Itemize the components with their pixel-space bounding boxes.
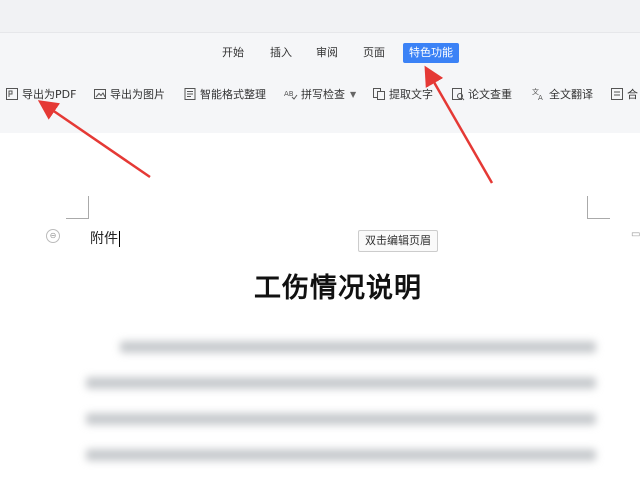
merge-label: 合 bbox=[627, 88, 638, 101]
blurred-line bbox=[86, 449, 596, 461]
smart-format-button[interactable]: 智能格式整理 bbox=[183, 84, 266, 104]
attachment-text[interactable]: 附件 bbox=[90, 228, 120, 248]
tab-special-features[interactable]: 特色功能 bbox=[403, 43, 459, 63]
image-export-icon bbox=[94, 89, 106, 99]
document-title[interactable]: 工伤情况说明 bbox=[0, 266, 640, 305]
tab-review[interactable]: 审阅 bbox=[310, 43, 344, 63]
margin-corner-right bbox=[587, 196, 610, 219]
comment-icon[interactable]: ▭ bbox=[631, 229, 640, 241]
collapse-icon[interactable]: ⊖ bbox=[46, 229, 60, 243]
extract-text-icon bbox=[373, 88, 385, 100]
blurred-line bbox=[86, 413, 596, 425]
ribbon-tabs: 开始 插入 审阅 页面 特色功能 bbox=[0, 43, 640, 65]
plagiarism-check-button[interactable]: 论文查重 bbox=[451, 84, 512, 104]
title-bar bbox=[0, 0, 640, 33]
blurred-line bbox=[86, 377, 596, 389]
tab-insert[interactable]: 插入 bbox=[264, 43, 298, 63]
tab-start[interactable]: 开始 bbox=[216, 43, 250, 63]
full-translate-button[interactable]: 文A 全文翻译 bbox=[532, 84, 593, 104]
translate-icon: 文A bbox=[532, 87, 543, 101]
spellcheck-icon: AB bbox=[284, 90, 298, 100]
merge-button[interactable]: 合 bbox=[610, 84, 638, 104]
margin-corner-left bbox=[66, 196, 89, 219]
extract-text-label: 提取文字 bbox=[389, 88, 433, 101]
svg-text:A: A bbox=[538, 94, 543, 101]
tab-page[interactable]: 页面 bbox=[357, 43, 391, 63]
edit-header-tooltip[interactable]: 双击编辑页眉 bbox=[358, 230, 438, 252]
attachment-label: 附件 bbox=[90, 231, 118, 247]
export-pdf-label: 导出为PDF bbox=[22, 88, 77, 101]
pdf-export-icon bbox=[6, 88, 18, 100]
blurred-line bbox=[120, 341, 596, 353]
spellcheck-label: 拼写检查 bbox=[301, 88, 345, 101]
plagiarism-check-label: 论文查重 bbox=[468, 88, 512, 101]
smart-format-label: 智能格式整理 bbox=[200, 88, 266, 101]
ribbon-toolbar: 导出为PDF 导出为图片 智能格式整理 AB 拼写检查 ▼ 提取文字 论文查重 … bbox=[0, 84, 640, 104]
export-image-button[interactable]: 导出为图片 bbox=[93, 84, 165, 104]
chevron-down-icon[interactable]: ▼ bbox=[350, 90, 356, 99]
full-translate-label: 全文翻译 bbox=[549, 88, 593, 101]
extract-text-button[interactable]: 提取文字 bbox=[372, 84, 433, 104]
plagiarism-check-icon bbox=[452, 88, 465, 101]
format-icon bbox=[184, 88, 196, 100]
text-cursor bbox=[119, 231, 120, 247]
spellcheck-button[interactable]: AB 拼写检查 ▼ bbox=[284, 84, 356, 104]
export-image-label: 导出为图片 bbox=[110, 88, 165, 101]
export-pdf-button[interactable]: 导出为PDF bbox=[5, 84, 76, 104]
merge-icon bbox=[611, 88, 623, 100]
blurred-body-text bbox=[86, 333, 606, 480]
